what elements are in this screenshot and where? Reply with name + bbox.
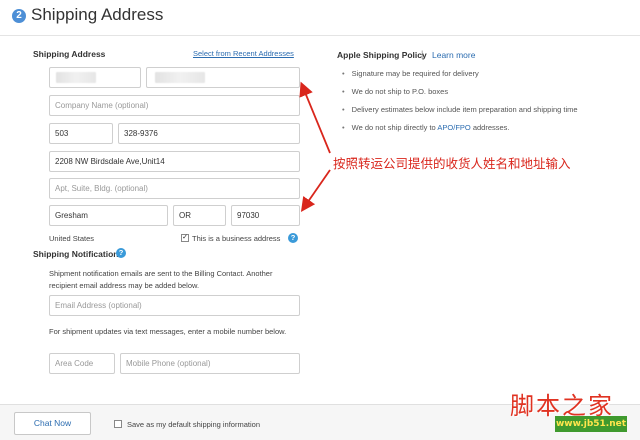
mobile-area-code-field[interactable]: Area Code <box>49 353 115 374</box>
phone-number-field[interactable]: 328-9376 <box>118 123 300 144</box>
page-title: Shipping Address <box>31 5 164 24</box>
page-header: 2 Shipping Address <box>0 0 640 36</box>
arrow-to-address-fields <box>300 169 331 212</box>
watermark-url: www.jb51.net <box>555 416 627 432</box>
step-number-badge: 2 <box>12 9 26 23</box>
select-recent-addresses-link[interactable]: Select from Recent Addresses <box>193 49 294 58</box>
sms-notification-text: For shipment updates via text messages, … <box>49 327 287 336</box>
shipping-address-label: Shipping Address <box>33 49 106 59</box>
annotation-text: 按照转运公司提供的收货人姓名和地址输入 <box>333 156 571 171</box>
notifications-help-icon[interactable]: ? <box>116 248 126 258</box>
policy-separator: | <box>421 49 424 59</box>
redacted-last-name <box>155 72 205 83</box>
business-address-checkbox[interactable]: ✓ <box>181 234 189 242</box>
policy-item: Delivery estimates below include item pr… <box>342 105 578 123</box>
shipping-policy-title: Apple Shipping Policy <box>337 50 427 60</box>
business-address-help-icon[interactable]: ? <box>288 233 298 243</box>
first-name-field[interactable] <box>49 67 141 88</box>
email-address-field[interactable]: Email Address (optional) <box>49 295 300 316</box>
apo-fpo-link[interactable]: APO/FPO <box>437 123 470 132</box>
policy-apo-before: We do not ship directly to <box>351 123 438 132</box>
apt-suite-field[interactable]: Apt, Suite, Bldg. (optional) <box>49 178 300 199</box>
zip-code-field[interactable]: 97030 <box>231 205 300 226</box>
state-field[interactable]: OR <box>173 205 226 226</box>
phone-area-code-field[interactable]: 503 <box>49 123 113 144</box>
business-address-label: This is a business address <box>192 234 281 243</box>
policy-item: Signature may be required for delivery <box>342 69 578 87</box>
chat-now-button[interactable]: Chat Now <box>14 412 91 435</box>
street-address-field[interactable]: 2208 NW Birdsdale Ave,Unit14 <box>49 151 300 172</box>
redacted-first-name <box>56 72 96 83</box>
policy-item: We do not ship to P.O. boxes <box>342 87 578 105</box>
company-name-field[interactable]: Company Name (optional) <box>49 95 300 116</box>
country-text: United States <box>49 234 95 243</box>
policy-list: Signature may be required for delivery W… <box>342 69 578 141</box>
shipping-notifications-label: Shipping Notifications <box>33 249 124 259</box>
policy-item-apo: We do not ship directly to APO/FPO addre… <box>342 123 578 141</box>
save-default-label: Save as my default shipping information <box>127 420 260 429</box>
last-name-field[interactable] <box>146 67 300 88</box>
save-default-checkbox[interactable] <box>114 420 122 428</box>
notification-email-text: Shipment notification emails are sent to… <box>49 269 273 290</box>
learn-more-link[interactable]: Learn more <box>432 50 475 60</box>
mobile-phone-field[interactable]: Mobile Phone (optional) <box>120 353 300 374</box>
policy-apo-after: addresses. <box>470 123 510 132</box>
city-field[interactable]: Gresham <box>49 205 168 226</box>
arrow-to-name-fields <box>299 81 331 154</box>
